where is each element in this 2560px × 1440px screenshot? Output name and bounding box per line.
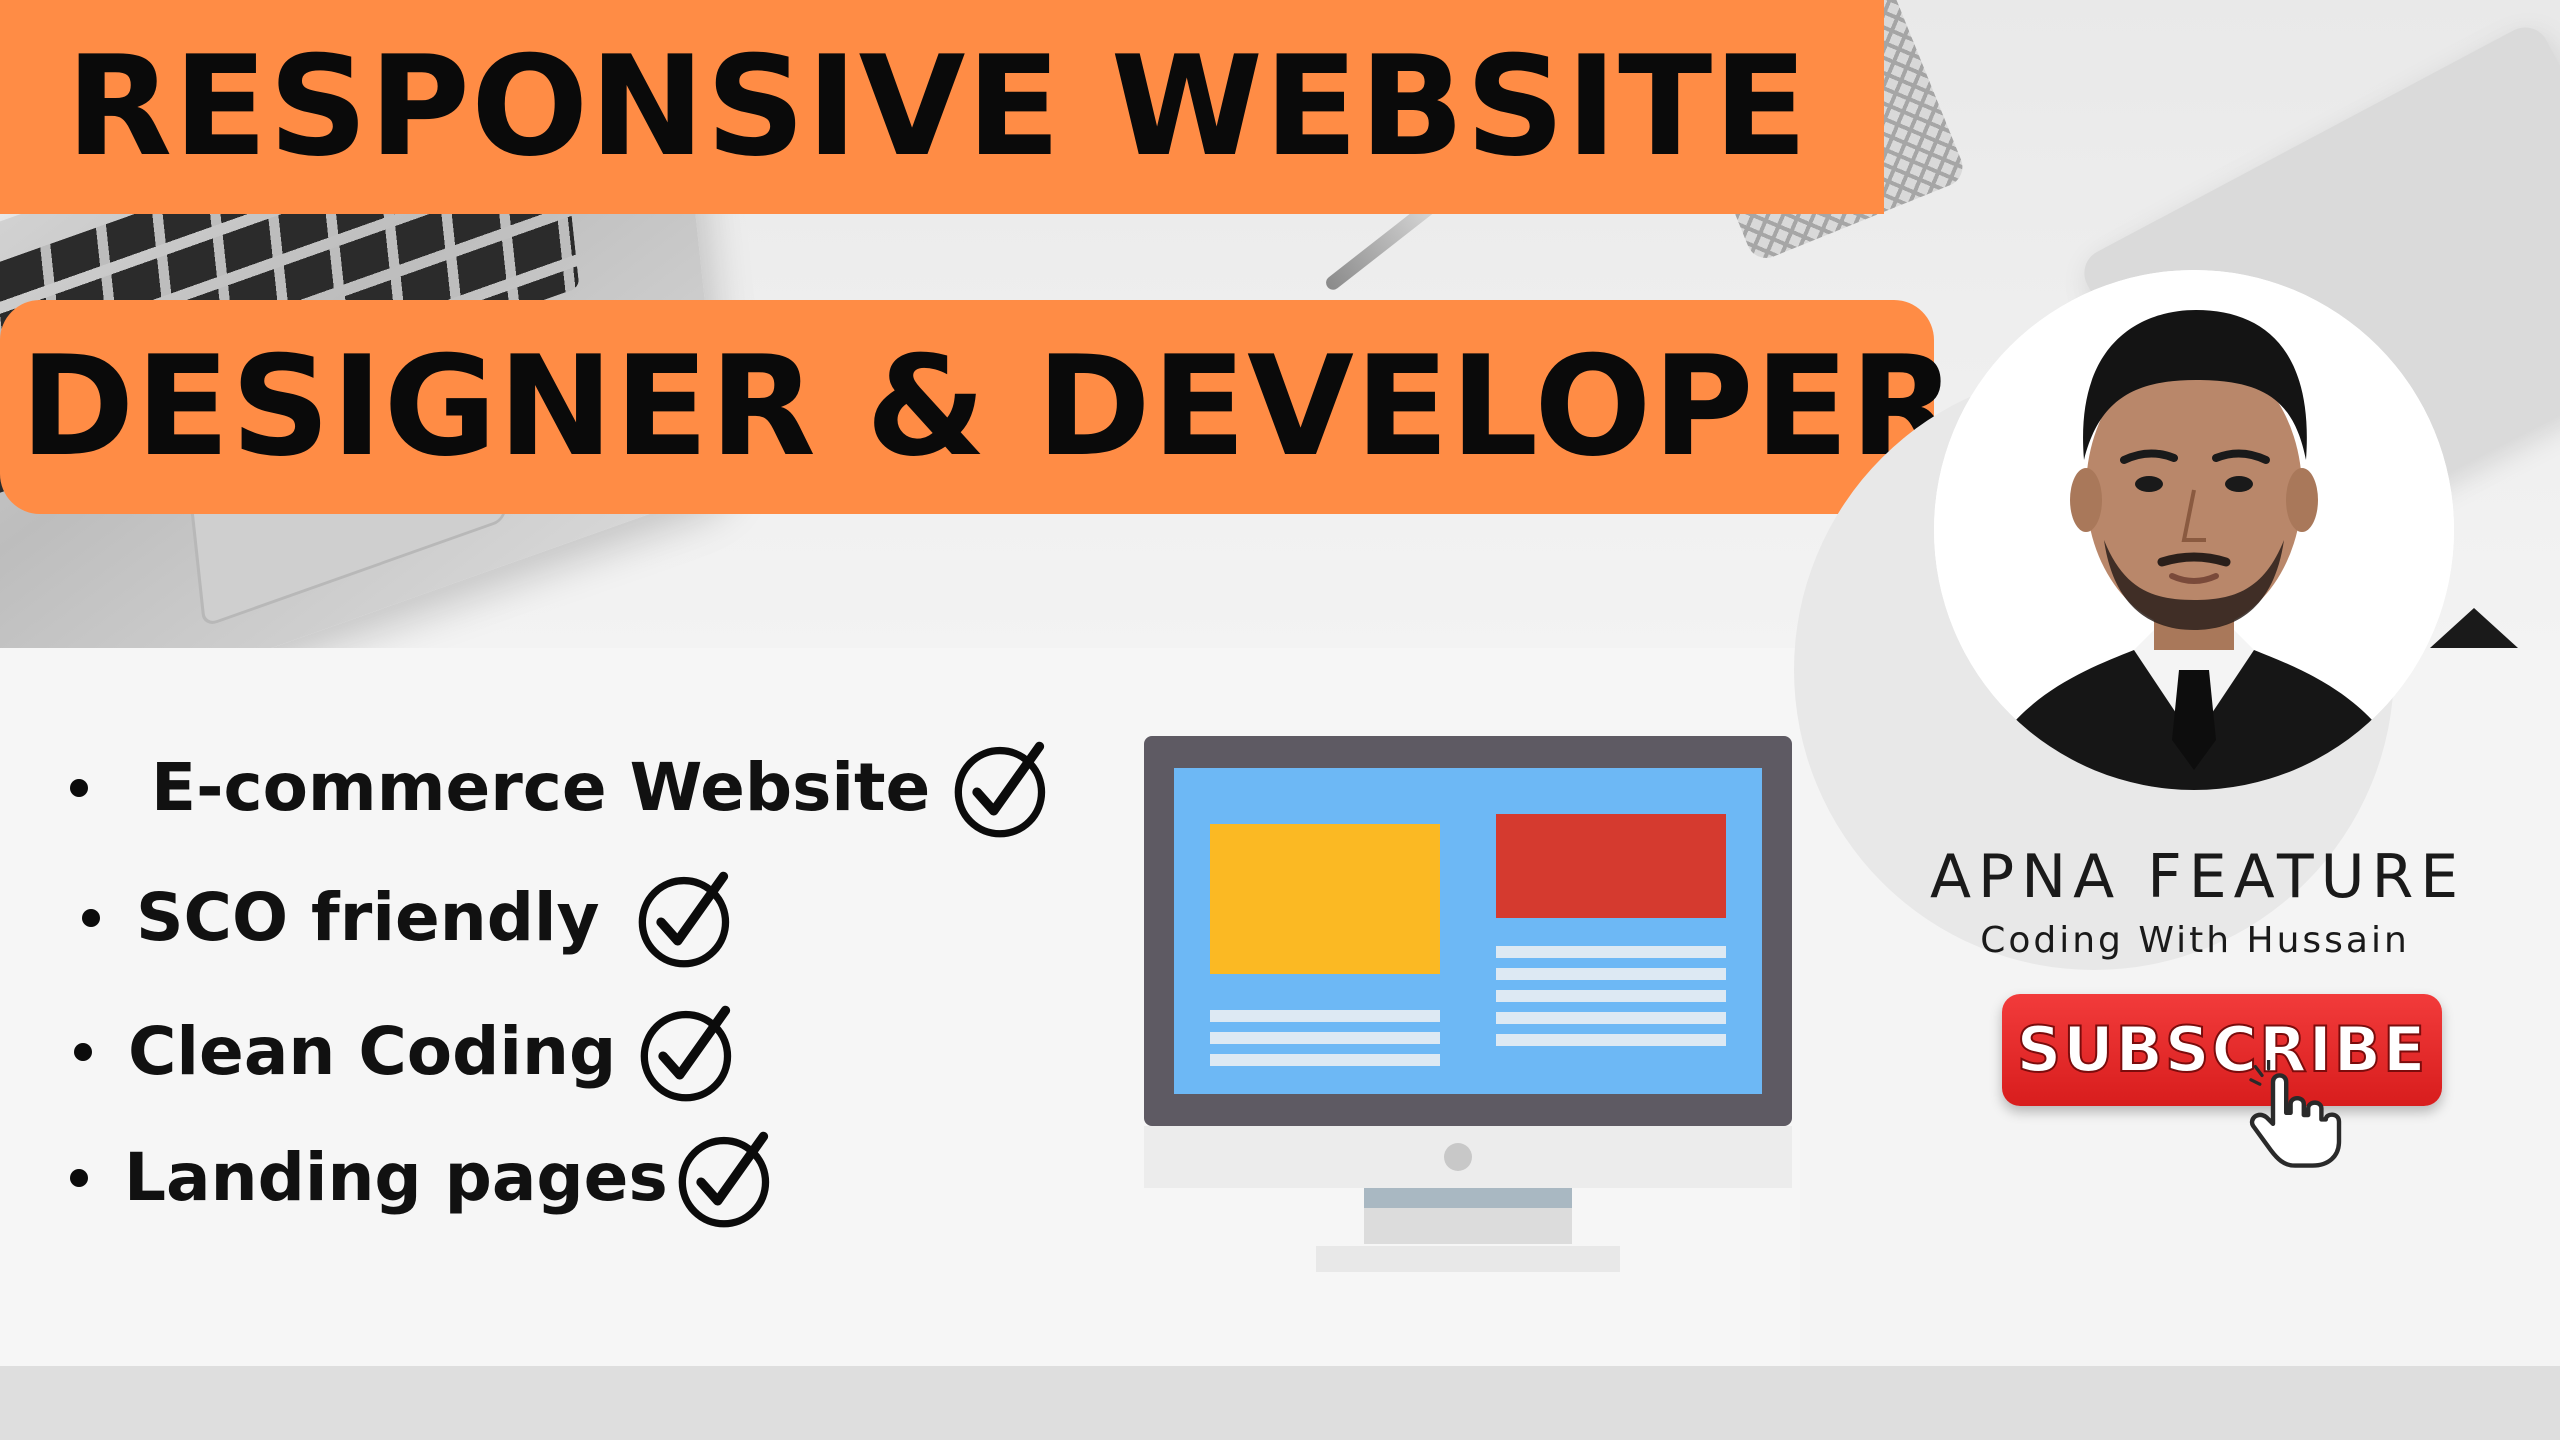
- monitor-illustration: [1144, 736, 1792, 1272]
- monitor-line: [1210, 1054, 1440, 1066]
- monitor-yellow-block: [1210, 824, 1440, 974]
- monitor-line: [1496, 968, 1726, 980]
- check-circle-icon: [640, 1005, 732, 1102]
- feature-label: Landing pages: [124, 1139, 668, 1216]
- monitor-line: [1496, 990, 1726, 1002]
- monitor-line: [1210, 1032, 1440, 1044]
- profile-photo: [1934, 270, 2454, 790]
- feature-item-landing-pages: Landing pages: [70, 1126, 778, 1230]
- monitor-red-block: [1496, 814, 1726, 918]
- thumbnail-canvas: RESPONSIVE WEBSITE DESIGNER & DEVELOPER …: [0, 0, 2560, 1440]
- feature-label: E-commerce Website: [128, 749, 931, 826]
- monitor-line: [1496, 1012, 1726, 1024]
- pointer-hand-icon: [2249, 1060, 2342, 1168]
- feature-label: Clean Coding: [128, 1013, 617, 1090]
- bullet-icon: [74, 1043, 92, 1061]
- headline-line-2: DESIGNER & DEVELOPER: [20, 326, 1958, 487]
- monitor-neck-lower: [1364, 1208, 1572, 1244]
- check-circle-icon: [638, 871, 729, 968]
- feature-label: SCO friendly: [136, 879, 600, 956]
- channel-name: APNA FEATURE: [1930, 842, 2466, 912]
- feature-item-ecommerce: E-commerce Website: [70, 736, 1054, 840]
- check-circle-icon: [954, 741, 1046, 838]
- headline-line-1: RESPONSIVE WEBSITE: [66, 26, 1809, 187]
- channel-tagline: Coding With Hussain: [1980, 920, 2410, 961]
- bullet-icon: [82, 909, 100, 927]
- feature-item-seo: SCO friendly: [82, 866, 738, 970]
- subscribe-button[interactable]: SUBSCRIBE: [2002, 994, 2442, 1106]
- subscribe-label: SUBSCRIBE: [2016, 1013, 2428, 1086]
- corner-triangle-decoration: [2430, 608, 2518, 648]
- monitor-neck: [1364, 1188, 1572, 1208]
- check-circle-icon: [678, 1131, 769, 1228]
- monitor-base: [1316, 1246, 1620, 1272]
- avatar-portrait: [1934, 270, 2454, 790]
- monitor-line: [1496, 946, 1726, 958]
- monitor-line: [1496, 1034, 1726, 1046]
- headline-banner-top: RESPONSIVE WEBSITE: [0, 0, 1884, 214]
- feature-item-clean-coding: Clean Coding: [74, 1000, 740, 1104]
- headline-banner-bottom: DESIGNER & DEVELOPER: [0, 300, 1956, 514]
- monitor-power-dot: [1444, 1143, 1472, 1171]
- bullet-icon: [70, 1169, 88, 1187]
- monitor-line: [1210, 1010, 1440, 1022]
- bottom-strip: [0, 1366, 2560, 1440]
- bullet-icon: [70, 779, 88, 797]
